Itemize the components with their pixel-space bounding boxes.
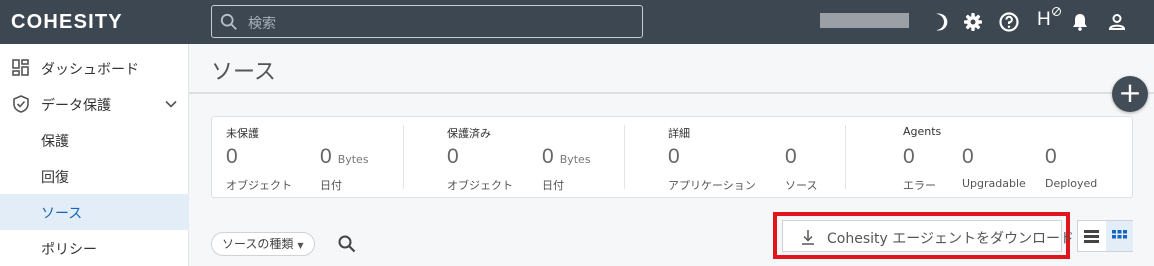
help-icon[interactable] xyxy=(998,11,1020,33)
stat-label: 日付 xyxy=(320,179,342,192)
stat-label: アプリケーション xyxy=(668,179,756,192)
stats-panel: 未保護 0 オブジェクト 0 Bytes 日付 保護済み 0 オブジェクト 0 By… xyxy=(211,116,1133,198)
notifications-bell-icon[interactable] xyxy=(1069,11,1091,33)
download-icon xyxy=(802,230,814,245)
main-content: ソース + 未保護 0 オブジェクト 0 Bytes 日付 保護済み 0 オブジェ… xyxy=(189,44,1154,266)
sidebar-item-label: 回復 xyxy=(41,170,69,186)
stat-label: オブジェクト xyxy=(226,179,292,192)
sidebar-item-data-protection[interactable]: データ保護 xyxy=(0,86,189,122)
dashboard-icon xyxy=(12,59,29,76)
list-view-button[interactable] xyxy=(1078,221,1105,251)
sidebar-item-policies[interactable]: ポリシー xyxy=(0,230,189,266)
stat-value: 0 xyxy=(785,145,797,168)
sources-toolbar: ソースの種類 ▼ Cohesity エージェントをダウンロード xyxy=(189,204,1154,266)
stats-group-title: 詳細 xyxy=(668,127,690,140)
stat-agents-error[interactable]: 0 エラー xyxy=(903,145,936,192)
divider xyxy=(624,125,625,189)
sidebar-item-recovery[interactable]: 回復 xyxy=(0,158,189,194)
cohesity-logo[interactable]: COHESITY xyxy=(11,11,123,34)
stats-group-protected: 保護済み 0 オブジェクト 0 Bytes 日付 xyxy=(433,117,623,197)
stat-value: 0 xyxy=(226,145,238,168)
stats-group-title: Agents xyxy=(903,125,942,138)
stat-label: ソース xyxy=(785,179,818,192)
stat-value: 0 xyxy=(903,145,915,168)
stats-group-title: 保護済み xyxy=(447,127,491,140)
helios-label[interactable]: H xyxy=(1037,9,1051,31)
stat-unprotected-size: 0 Bytes 日付 xyxy=(320,145,369,192)
helios-disconnected-icon xyxy=(1052,7,1061,16)
stat-value: 0 xyxy=(962,145,974,168)
search-placeholder: 検索 xyxy=(248,16,276,32)
stats-group-unprotected: 未保護 0 オブジェクト 0 Bytes 日付 xyxy=(212,117,402,197)
stat-value: 0 xyxy=(1045,145,1057,168)
chevron-down-icon[interactable] xyxy=(164,97,178,111)
sidebar-item-label: 保護 xyxy=(41,134,69,150)
search-icon[interactable] xyxy=(337,234,357,254)
stat-label: Upgradable xyxy=(962,177,1026,190)
grid-view-icon xyxy=(1112,230,1127,239)
stats-group-details: 詳細 0 アプリケーション 0 ソース xyxy=(654,117,844,197)
add-source-button[interactable]: + xyxy=(1112,76,1148,112)
page-title: ソース xyxy=(211,60,276,85)
download-agent-button[interactable]: Cohesity エージェントをダウンロード xyxy=(782,220,1074,252)
stat-label: エラー xyxy=(903,179,936,192)
stat-label: 日付 xyxy=(542,179,564,192)
stat-unit: Bytes xyxy=(559,153,591,166)
stat-value: 0 xyxy=(542,145,554,168)
view-toggle xyxy=(1077,220,1133,252)
page-header: ソース xyxy=(189,44,1154,94)
sidebar-item-sources[interactable]: ソース xyxy=(0,194,189,230)
divider xyxy=(845,125,846,189)
stat-unit: Bytes xyxy=(337,153,369,166)
top-bar: COHESITY 検索 H xyxy=(0,0,1154,44)
stat-label: オブジェクト xyxy=(447,179,513,192)
caret-down-icon: ▼ xyxy=(297,241,304,250)
stats-group-agents: Agents 0 エラー 0 Upgradable 0 Deployed xyxy=(889,117,1129,197)
sidebar-item-protection[interactable]: 保護 xyxy=(0,122,189,158)
user-name-redacted xyxy=(820,13,909,28)
list-view-icon xyxy=(1084,230,1099,243)
stat-protected-objects[interactable]: 0 オブジェクト xyxy=(447,145,513,192)
filter-label: ソースの種類 xyxy=(222,237,294,251)
download-agent-label: Cohesity エージェントをダウンロード xyxy=(827,231,1074,247)
stat-value: 0 xyxy=(447,145,459,168)
grid-view-button[interactable] xyxy=(1106,221,1133,251)
divider xyxy=(403,125,404,189)
stat-agents-upgradable[interactable]: 0 Upgradable xyxy=(962,145,1026,190)
stats-group-title: 未保護 xyxy=(226,127,259,140)
dark-mode-moon-icon[interactable] xyxy=(928,11,950,33)
stat-applications[interactable]: 0 アプリケーション xyxy=(668,145,756,192)
stat-unprotected-objects[interactable]: 0 オブジェクト xyxy=(226,145,292,192)
sidebar: ダッシュボード データ保護 保護 回復 ソース ポリシー xyxy=(0,44,189,266)
sidebar-item-label: ポリシー xyxy=(41,242,97,258)
stat-agents-deployed[interactable]: 0 Deployed xyxy=(1045,145,1097,190)
sidebar-item-label: データ保護 xyxy=(41,98,111,114)
sidebar-item-label: ダッシュボード xyxy=(41,62,139,78)
search-icon xyxy=(220,13,237,30)
settings-gear-icon[interactable] xyxy=(962,11,984,33)
stat-value: 0 xyxy=(668,145,680,168)
user-account-icon[interactable] xyxy=(1106,11,1128,33)
sidebar-item-dashboard[interactable]: ダッシュボード xyxy=(0,50,189,86)
stat-label: Deployed xyxy=(1045,177,1098,190)
stat-value: 0 xyxy=(320,145,332,168)
global-search-input[interactable]: 検索 xyxy=(211,5,643,38)
stat-sources[interactable]: 0 ソース xyxy=(785,145,817,192)
sidebar-item-label: ソース xyxy=(41,206,83,222)
stat-protected-size: 0 Bytes 日付 xyxy=(542,145,591,192)
shield-check-icon xyxy=(13,95,29,113)
source-type-filter[interactable]: ソースの種類 ▼ xyxy=(211,232,315,256)
